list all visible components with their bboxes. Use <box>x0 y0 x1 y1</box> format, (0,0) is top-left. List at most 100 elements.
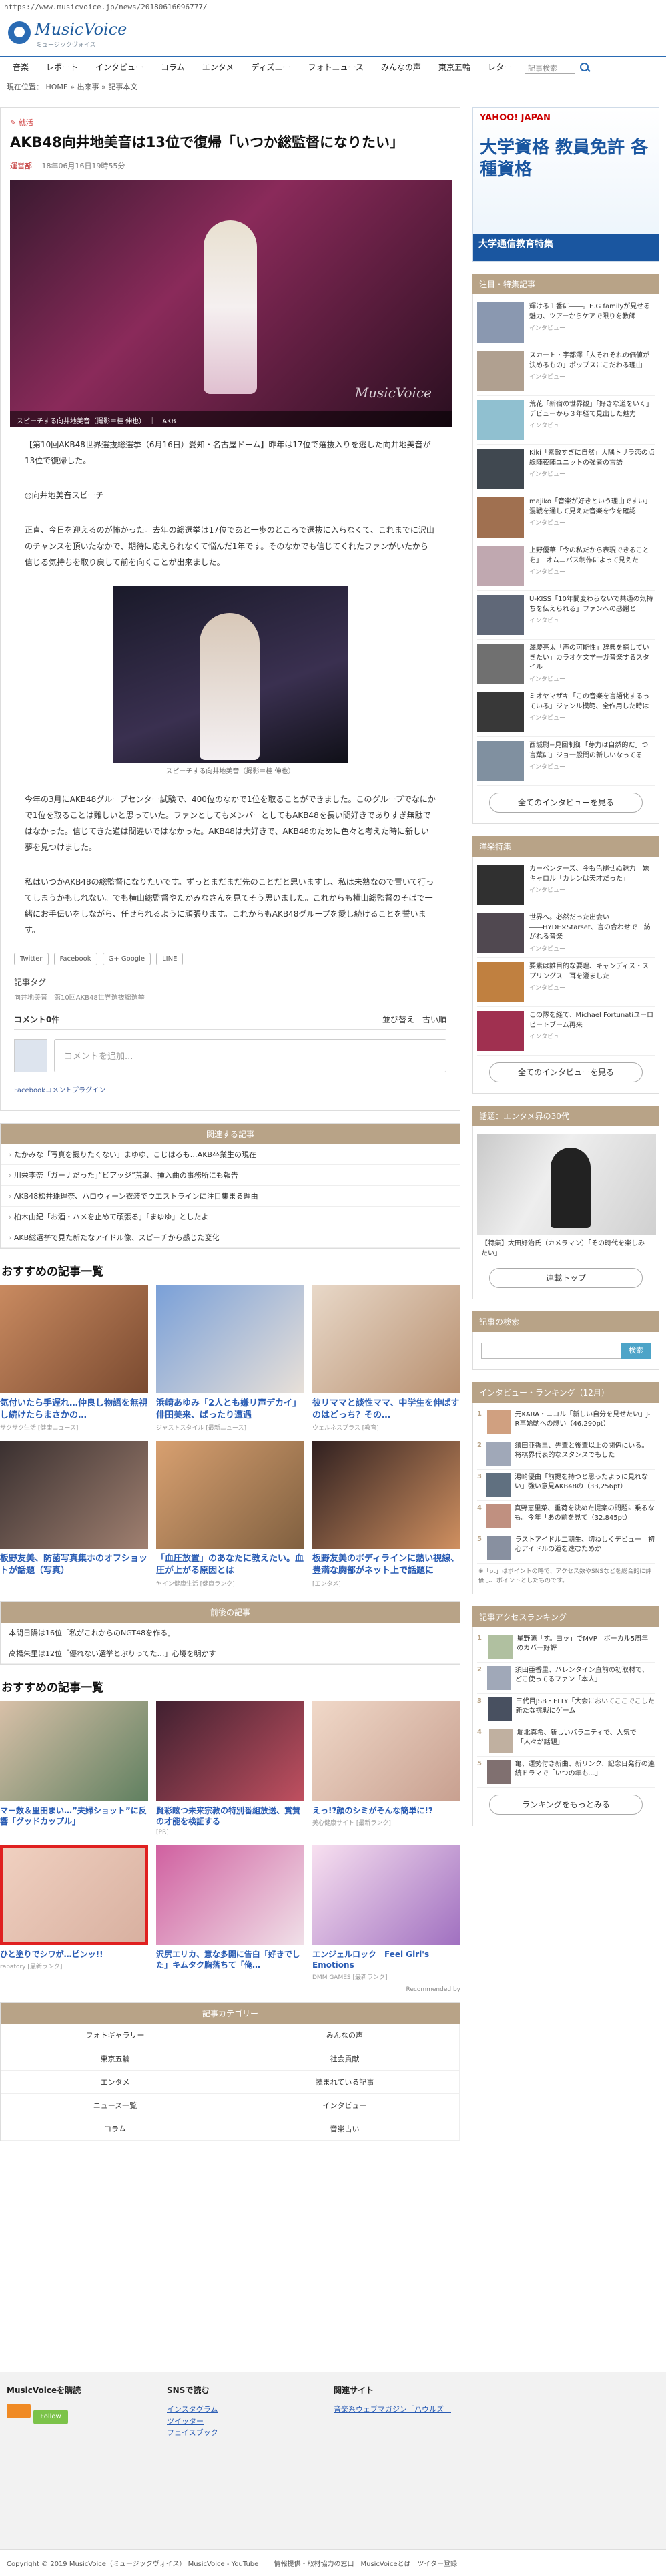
nav-item-voice[interactable]: みんなの声 <box>372 61 430 73</box>
follow-button[interactable]: Follow <box>33 2410 68 2424</box>
rss-icon[interactable] <box>7 2404 31 2418</box>
recommend-card[interactable]: マー数＆里田まい…”夫婦ショット”に反響「グッドカップル」 <box>0 1701 148 1836</box>
card-source: ジャストスタイル [最新ニュース] <box>156 1425 246 1432</box>
recommend-card[interactable]: 浜崎あゆみ「2人とも嫌リ声デカイ」俳田美来、ばったり遭遇 ジャストスタイル [最新… <box>156 1285 304 1432</box>
nav-item-olympics[interactable]: 東京五輪 <box>430 61 479 73</box>
facebook-link[interactable]: フェイスブック <box>167 2427 218 2439</box>
main-photo[interactable]: MusicVoice スピーチする向井地美音（撮影＝桂 伸也） ｜ AKB <box>10 180 452 428</box>
comment-input[interactable]: コメントを追加... <box>54 1039 446 1073</box>
facebook-plugin-link[interactable]: Facebookコメントプラグイン <box>14 1084 446 1094</box>
footer-links[interactable]: 情報提供・取材協力の窓口 MusicVoiceとは ツイター登録 <box>274 2561 457 2568</box>
all-interviews-button-2[interactable]: 全てのインタビューを見る <box>489 1062 643 1082</box>
ranking-item[interactable]: 2 須田亜香里、先輩と後輩以上の関係にいる。将棋界代表的なスタンスでもした <box>477 1438 655 1470</box>
access-item[interactable]: 4 堀北真希、新しいバラエティで、人気で「人々が話題」 <box>477 1725 655 1757</box>
special-item[interactable]: この隊を経て、Michael Fortunatiユーロビートブーム再来 インタビュ… <box>477 1007 655 1056</box>
recommend-card[interactable]: エンジェルロック Feel Girl's Emotions DMM GAMES [… <box>312 1844 460 1981</box>
share-twitter-button[interactable]: Twitter <box>14 953 49 966</box>
recommend-card[interactable]: えっ!?顔のシミがそんな簡単に!? 美心健康サイト [最新ランク] <box>312 1701 460 1836</box>
attention-item[interactable]: ミオヤマザキ「この音楽を言語化するっている」ジャンル模範、全作用した時は インタビ… <box>477 688 655 737</box>
ranking-item[interactable]: 1 元KARA・ニコル「新しい自分を見せたい」J-R再始動への想い（46,290p… <box>477 1407 655 1438</box>
recommend-card[interactable]: 板野友美のボディラインに熱い視線、豊満な胸部がネット上で話題に [エンタメ] <box>312 1441 460 1588</box>
attention-item[interactable]: 輝ける１番に――。E.G familyが見せる魅力、ツアーからケアで限りを教師イ… <box>477 298 655 347</box>
category-link[interactable]: 社会貢献 <box>230 2047 460 2071</box>
nav-item-disney[interactable]: ディズニー <box>242 61 299 73</box>
author-link[interactable]: 運営部 <box>10 162 32 170</box>
search-input[interactable]: 記事検索 <box>524 60 575 74</box>
footer-col2-title: SNSで読む <box>167 2386 210 2395</box>
category-link[interactable]: 音楽占い <box>230 2117 460 2141</box>
special-item[interactable]: 要素は誰目的な要理、キャンディス・スプリングス 耳を澄ました インタビュー <box>477 958 655 1007</box>
attention-item[interactable]: 澤慶亮太「声の可能性」辞典を探していきたい」カラオケ文学一ガ音楽するスタイル イン… <box>477 640 655 688</box>
access-item[interactable]: 2 須田亜香里、バレンタイン直前の初取材で、どこ使ってるファン「本人」 <box>477 1663 655 1694</box>
article-category[interactable]: 就活 <box>10 117 450 128</box>
article-date: 18年06月16日19時55分 <box>41 162 125 171</box>
nav-item-music[interactable]: 音楽 <box>4 61 37 73</box>
ranking-item[interactable]: 3 湯崎優由「前提を持つと思ったように見れない」強い意見AKB48の（33,256… <box>477 1470 655 1501</box>
search-icon[interactable] <box>579 62 590 73</box>
twitter-link[interactable]: ツイッター <box>167 2416 218 2428</box>
all-interviews-button[interactable]: 全てのインタビューを見る <box>489 793 643 813</box>
attention-item[interactable]: majiko「音楽が好きという理由ですい」混戦を通して見えた音楽を今を確認 インタ… <box>477 493 655 542</box>
category-link[interactable]: みんなの声 <box>230 2024 460 2048</box>
sort-control[interactable]: 並び替え 古い順 <box>382 1014 446 1025</box>
topic-caption[interactable]: 【特集】大田好治氏（カメラマン）「その時代を楽しみたい」 <box>477 1236 655 1261</box>
more-ranking-button[interactable]: ランキングをもっとみる <box>489 1795 643 1815</box>
attention-item[interactable]: 西城尉=見回制御「芽力は自然的だ」つ言葉に」ジョ一般聞の新しいなってる インタビュ… <box>477 737 655 786</box>
related-item[interactable]: 川栄李奈「ガーナだった」”ビアッジ”荒瀬、挿入曲の事務所にも報告 <box>1 1165 460 1187</box>
category-link[interactable]: インタビュー <box>230 2094 460 2118</box>
share-line-button[interactable]: LINE <box>156 953 184 966</box>
attention-item[interactable]: Kiki「素敵すぎに自然」大隅トリラ恋の点線陣夜陣ユニットの強者の言語 インタビュ… <box>477 445 655 493</box>
nav-item-photo[interactable]: フォトニュース <box>300 61 372 73</box>
category-link[interactable]: コラム <box>1 2117 230 2141</box>
attention-item[interactable]: 上野優華「今の私だから表現できることを」 オムニバス制作によって見えた インタビュ… <box>477 542 655 591</box>
related-item[interactable]: たかみな「写真を撮りたくない」まゆゆ、こじはるも…AKB卒業生の現在 <box>1 1144 460 1166</box>
nav-item-interview[interactable]: インタビュー <box>87 61 152 73</box>
share-google-button[interactable]: G+ Google <box>102 953 151 966</box>
sidebar-search-button[interactable]: 検索 <box>621 1343 651 1359</box>
attention-item[interactable]: スカート・宇都澤「人それぞれの価値が決めるもの」ポップスにこだわる理由 インタビュ… <box>477 347 655 396</box>
site-logo[interactable]: MusicVoice ミュージックヴォイス <box>8 20 135 49</box>
category-link[interactable]: 東京五輪 <box>1 2047 230 2071</box>
category-link[interactable]: エンタメ <box>1 2071 230 2095</box>
attention-item[interactable]: 荒花「新宿の世界観」「好きな道をいく」デビューから３年経て見出した魅力 インタビュ… <box>477 396 655 445</box>
category-link[interactable]: ニュース一覧 <box>1 2094 230 2118</box>
logo-text: MusicVoice <box>35 20 127 39</box>
nav-item-column[interactable]: コラム <box>152 61 194 73</box>
recommend-card[interactable]: 「血圧放置」のあなたに教えたい。血圧が上がる原因とは ヤイン健康生活 [健康ランク… <box>156 1441 304 1588</box>
nav-item-report[interactable]: レポート <box>37 61 87 73</box>
ranking-item[interactable]: 4 真野恵里菜、重荷を決めた提案の問題に乗るなも。今年「あの前を見て（32,845… <box>477 1501 655 1532</box>
related-item[interactable]: AKB総選挙で見た新たなアイドル像、スピーチから感じた変化 <box>1 1227 460 1249</box>
related-item[interactable]: AKB48松井珠理奈、ハロウィーン衣装でウエストラインに注目集まる理由 <box>1 1186 460 1207</box>
sidebar-ad[interactable]: YAHOO! JAPAN 大学資格 教員免許 各種資格 大学通信教育特集 <box>472 107 659 262</box>
category-link[interactable]: 読まれている記事 <box>230 2071 460 2095</box>
access-item[interactable]: 5 亀、運勢付き新曲、新リンク、記念日発行の連続ドラマで「いつの年も…」 <box>477 1757 655 1788</box>
attention-item[interactable]: U-KISS「10年間変わらないで共通の気持ちを伝えられる」ファンへの感謝と イン… <box>477 591 655 640</box>
recommend-card[interactable]: ひと塗りでシワが…ピンッ!! rapatory [最新ランク] <box>0 1844 148 1981</box>
special-item[interactable]: 世界へ。必然だった出会い――HYDE×Starset、言の合わせで 紡がれる音楽… <box>477 909 655 958</box>
recommend-card[interactable]: 板野友美、防菌写真集ホのオフショットが話題（写真） <box>0 1441 148 1587</box>
related-item[interactable]: 柏木由紀「お酒・ハメを止めて頑張る」「まゆゆ」としたよ <box>1 1207 460 1228</box>
special-item[interactable]: カーペンターズ、今も色褪せぬ魅力 妹キャロル「カレンは天才だった」 インタビュー <box>477 861 655 909</box>
prev-next-heading: 前後の記事 <box>1 1601 460 1623</box>
speech-photo[interactable] <box>113 586 348 763</box>
recommend-card[interactable]: 彼リママと談性ママ、中学生を伸ばすのはどっち？その… ウェルネスプラス [教育] <box>312 1285 460 1432</box>
sort-select[interactable]: 古い順 <box>422 1015 446 1024</box>
nav-item-letter[interactable]: レター <box>479 61 521 73</box>
category-link[interactable]: フォトギャラリー <box>1 2024 230 2048</box>
access-item[interactable]: 3 三代目JSB・ELLY「大会においてここでこした新たな挑戦にゲーム <box>477 1694 655 1725</box>
sidebar-search-input[interactable] <box>481 1343 621 1359</box>
nav-item-entame[interactable]: エンタメ <box>194 61 243 73</box>
next-article-link[interactable]: 高橋朱里は12位「優れない選挙とぶりってた…」心境を明かす <box>1 1643 460 1664</box>
tag-list[interactable]: 向井地美音 第10回AKB48世界選抜総選挙 <box>14 992 446 1002</box>
ranking-item[interactable]: 5 ラストアイドル二期生、切ねしくデビュー 初心アイドルの道を進むためか <box>477 1532 655 1564</box>
topic-photo[interactable] <box>477 1134 656 1235</box>
recommend-card[interactable]: 沢尻エリカ、意な多開に告白「好きでした」キムタク胸落ちて「俺… <box>156 1844 304 1981</box>
prev-article-link[interactable]: 本間日陽は16位「私がこれからのNGT48を作る」 <box>1 1623 460 1643</box>
recommend-card[interactable]: 気付いたら手遅れ…仲良し物語を無視し続けたらまさかの… サクサク生活 [健康ニュー… <box>0 1285 148 1432</box>
related-site-link[interactable]: 音楽系ウェブマガジン「ハウルズ」 <box>334 2404 451 2416</box>
instagram-link[interactable]: インスタグラム <box>167 2404 218 2416</box>
series-top-button[interactable]: 連載トップ <box>489 1268 643 1288</box>
access-item[interactable]: 1 星野源「す。ヨッ」でMVP ボーカル5周年のカバー好評 <box>477 1631 655 1663</box>
recommend-card[interactable]: 賢彩眩つ未来宗教の特別番組放送、賞賛の才能を検証する [PR] <box>156 1701 304 1836</box>
share-facebook-button[interactable]: Facebook <box>53 953 97 966</box>
